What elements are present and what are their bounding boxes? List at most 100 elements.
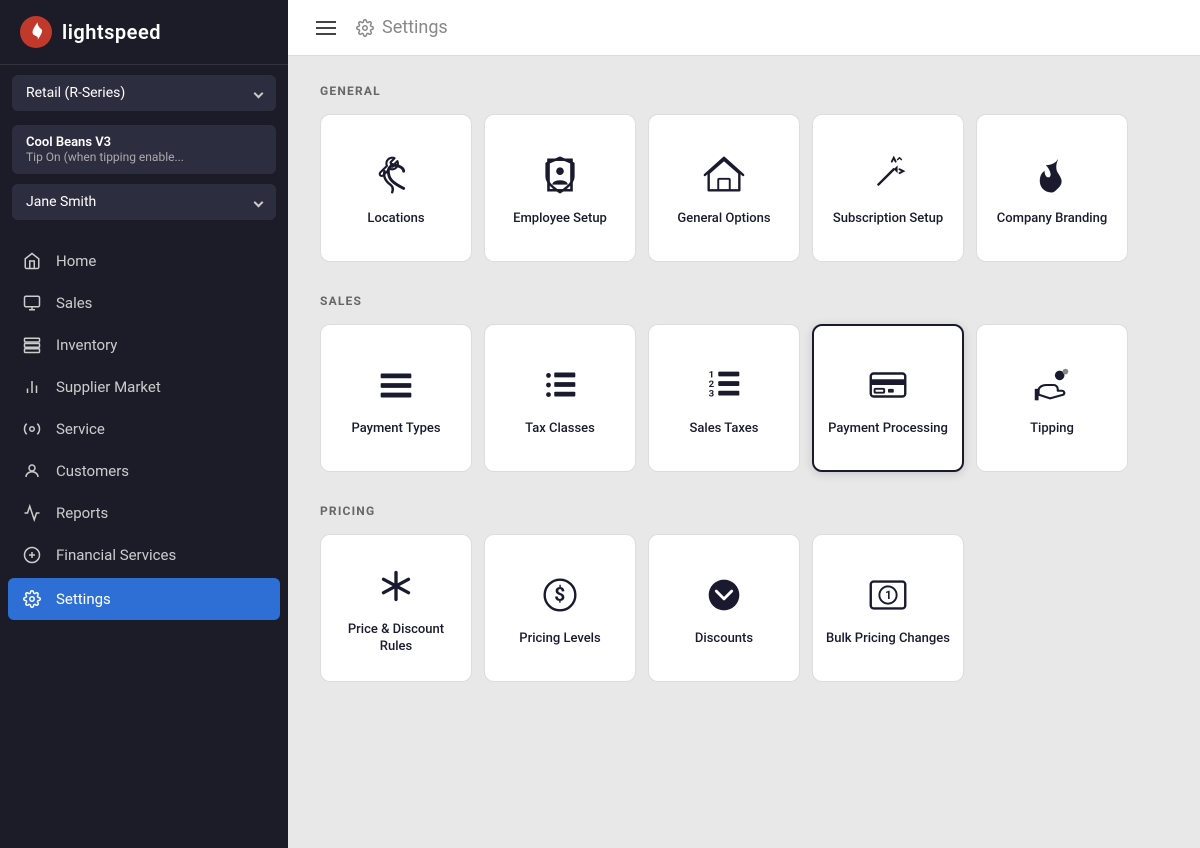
- general-options-card-label: General Options: [677, 211, 770, 228]
- sidebar-item-settings[interactable]: Settings: [8, 578, 280, 620]
- svg-text:1: 1: [885, 587, 892, 601]
- nav-menu: Home Sales Inventory Supplier Market Ser: [0, 234, 288, 848]
- user-selector-chevron-icon: [254, 197, 264, 207]
- card-general-options[interactable]: General Options: [648, 114, 800, 262]
- company-branding-icon: [1026, 149, 1078, 201]
- sidebar-item-service-label: Service: [56, 420, 105, 438]
- sidebar-item-customers-label: Customers: [56, 462, 129, 480]
- sidebar-item-financial-services-label: Financial Services: [56, 546, 176, 564]
- sidebar-item-customers[interactable]: Customers: [0, 450, 288, 492]
- general-section-label: GENERAL: [320, 84, 1168, 98]
- card-subscription-setup[interactable]: Subscription Setup: [812, 114, 964, 262]
- sales-taxes-icon: 1 2 3: [698, 359, 750, 411]
- main-content: Settings GENERAL Locations: [288, 0, 1200, 848]
- card-employee-setup[interactable]: Employee Setup: [484, 114, 636, 262]
- payment-types-icon: [370, 359, 422, 411]
- store-info: Cool Beans V3 Tip On (when tipping enabl…: [12, 125, 276, 174]
- sidebar-item-service[interactable]: Service: [0, 408, 288, 450]
- payment-processing-icon: [862, 359, 914, 411]
- sidebar-item-reports-label: Reports: [56, 504, 108, 522]
- hamburger-line-3: [316, 33, 336, 35]
- user-selector-label: Jane Smith: [26, 194, 96, 210]
- service-icon: [22, 419, 42, 439]
- content-area: GENERAL Locations: [288, 56, 1200, 848]
- svg-text:3: 3: [709, 388, 715, 399]
- sidebar-item-inventory[interactable]: Inventory: [0, 324, 288, 366]
- card-bulk-pricing-changes[interactable]: 1 Bulk Pricing Changes: [812, 534, 964, 682]
- card-tax-classes[interactable]: Tax Classes: [484, 324, 636, 472]
- sidebar-item-financial-services[interactable]: Financial Services: [0, 534, 288, 576]
- tipping-card-label: Tipping: [1030, 421, 1074, 438]
- store-selector-chevron-icon: [254, 88, 264, 98]
- sales-taxes-card-label: Sales Taxes: [690, 421, 759, 438]
- card-price-discount-rules[interactable]: Price & Discount Rules: [320, 534, 472, 682]
- card-locations[interactable]: Locations: [320, 114, 472, 262]
- price-discount-rules-card-label: Price & Discount Rules: [333, 622, 459, 656]
- supplier-market-icon: [22, 377, 42, 397]
- settings-icon: [22, 589, 42, 609]
- card-pricing-levels[interactable]: $ Pricing Levels: [484, 534, 636, 682]
- card-company-branding[interactable]: Company Branding: [976, 114, 1128, 262]
- subscription-setup-card-label: Subscription Setup: [833, 211, 943, 228]
- store-tip: Tip On (when tipping enable...: [26, 150, 262, 164]
- hamburger-line-1: [316, 21, 336, 23]
- logo-text: lightspeed: [62, 20, 161, 44]
- price-discount-rules-icon: [370, 560, 422, 612]
- employee-setup-card-label: Employee Setup: [513, 211, 607, 228]
- discounts-card-label: Discounts: [695, 631, 753, 648]
- inventory-icon: [22, 335, 42, 355]
- card-tipping[interactable]: Tipping: [976, 324, 1128, 472]
- user-selector[interactable]: Jane Smith: [12, 184, 276, 220]
- financial-services-icon: [22, 545, 42, 565]
- subscription-setup-icon: [862, 149, 914, 201]
- sidebar-item-supplier-market[interactable]: Supplier Market: [0, 366, 288, 408]
- sidebar-item-home[interactable]: Home: [0, 240, 288, 282]
- topbar-settings-icon: [356, 19, 374, 37]
- tipping-icon: [1026, 359, 1078, 411]
- payment-processing-card-label: Payment Processing: [828, 421, 948, 438]
- company-branding-card-label: Company Branding: [997, 211, 1107, 228]
- svg-text:$: $: [554, 582, 565, 605]
- store-selector[interactable]: Retail (R-Series): [12, 75, 276, 111]
- customers-icon: [22, 461, 42, 481]
- payment-types-card-label: Payment Types: [351, 421, 440, 438]
- card-payment-types[interactable]: Payment Types: [320, 324, 472, 472]
- bulk-pricing-changes-icon: 1: [862, 569, 914, 621]
- tax-classes-icon: [534, 359, 586, 411]
- sidebar-item-sales-label: Sales: [56, 294, 92, 312]
- topbar-title: Settings: [356, 17, 448, 38]
- lightspeed-logo-icon: [20, 16, 52, 48]
- store-selector-label: Retail (R-Series): [26, 85, 125, 101]
- card-discounts[interactable]: Discounts: [648, 534, 800, 682]
- topbar: Settings: [288, 0, 1200, 56]
- home-icon: [22, 251, 42, 271]
- locations-icon: [370, 149, 422, 201]
- topbar-title-text: Settings: [382, 17, 448, 38]
- sales-icon: [22, 293, 42, 313]
- bulk-pricing-changes-card-label: Bulk Pricing Changes: [826, 631, 950, 648]
- sidebar-item-home-label: Home: [56, 252, 96, 270]
- sales-section-label: SALES: [320, 294, 1168, 308]
- pricing-cards-grid: Price & Discount Rules $ Pricing Levels: [320, 534, 1168, 682]
- card-payment-processing[interactable]: Payment Processing: [812, 324, 964, 472]
- reports-icon: [22, 503, 42, 523]
- pricing-levels-card-label: Pricing Levels: [519, 631, 600, 648]
- general-cards-grid: Locations Employee Setup: [320, 114, 1168, 262]
- sidebar: lightspeed Retail (R-Series) Cool Beans …: [0, 0, 288, 848]
- hamburger-line-2: [316, 27, 336, 29]
- employee-setup-icon: [534, 149, 586, 201]
- hamburger-button[interactable]: [312, 17, 340, 39]
- sidebar-item-supplier-market-label: Supplier Market: [56, 378, 161, 396]
- pricing-levels-icon: $: [534, 569, 586, 621]
- general-options-icon: [698, 149, 750, 201]
- card-sales-taxes[interactable]: 1 2 3 Sales Taxes: [648, 324, 800, 472]
- logo-area: lightspeed: [0, 0, 288, 65]
- tax-classes-card-label: Tax Classes: [525, 421, 595, 438]
- store-name: Cool Beans V3: [26, 135, 262, 150]
- pricing-section-label: PRICING: [320, 504, 1168, 518]
- discounts-icon: [698, 569, 750, 621]
- sales-cards-grid: Payment Types Tax Classes: [320, 324, 1168, 472]
- sidebar-item-sales[interactable]: Sales: [0, 282, 288, 324]
- sidebar-item-reports[interactable]: Reports: [0, 492, 288, 534]
- sidebar-item-inventory-label: Inventory: [56, 336, 117, 354]
